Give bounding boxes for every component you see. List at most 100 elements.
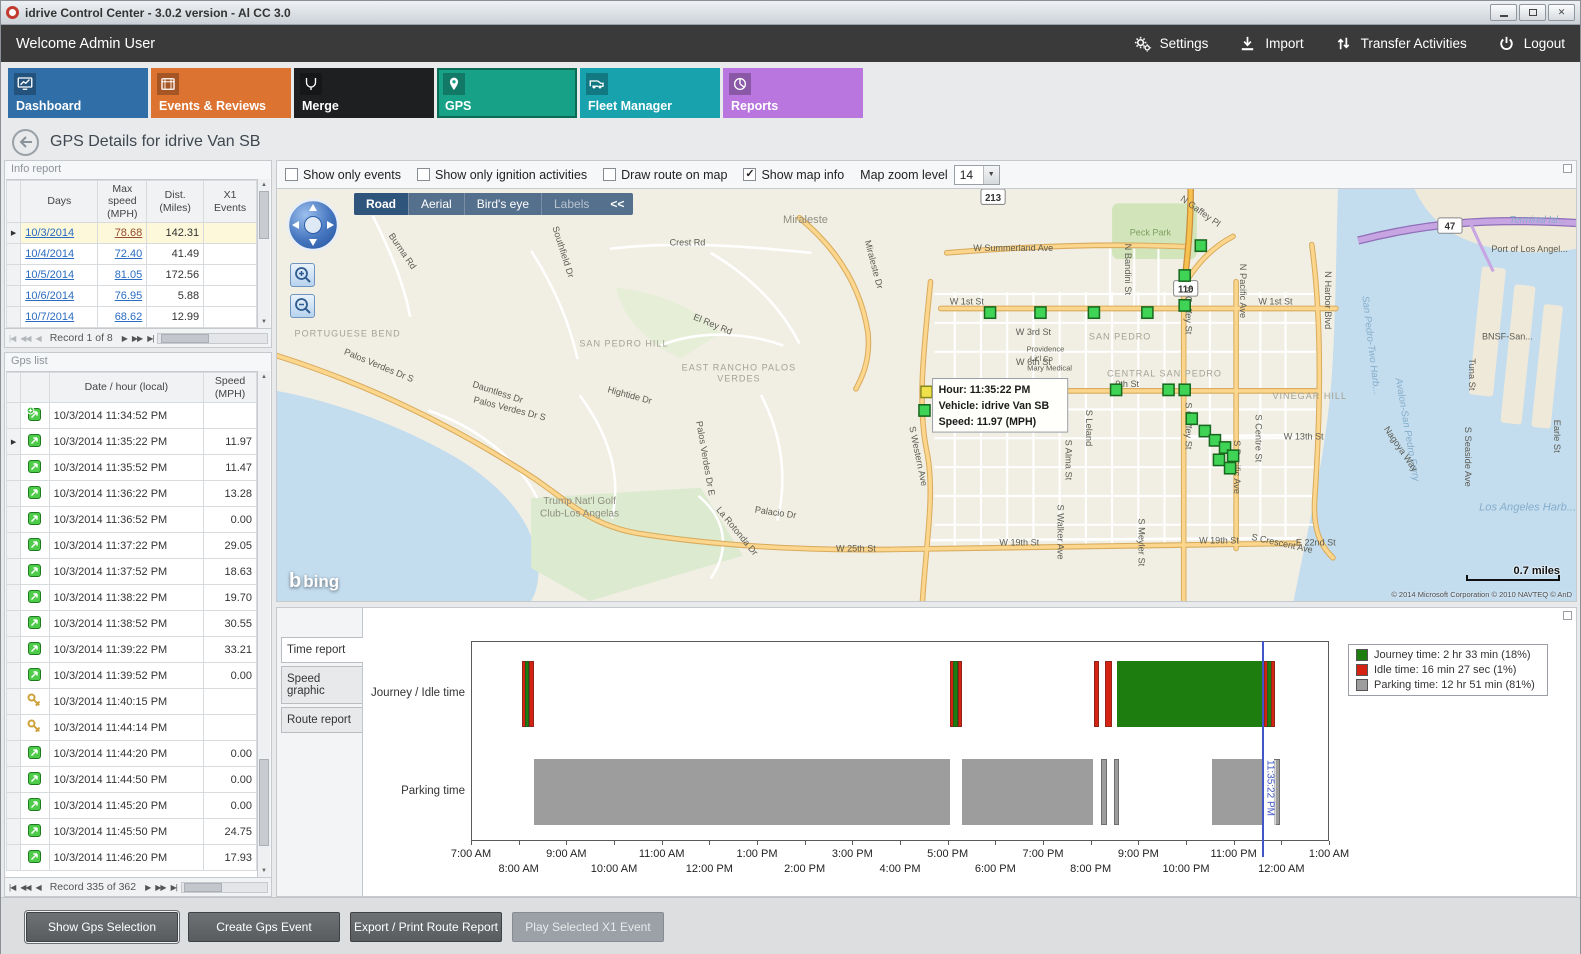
info-report-row[interactable]: 10/5/201481.05172.56 bbox=[7, 265, 257, 286]
pager-prev-2[interactable]: ◀ bbox=[35, 883, 42, 892]
info-report-row[interactable]: 10/7/201468.6212.99 bbox=[7, 307, 257, 328]
gps-list-table[interactable]: Date / hour (local)Speed (MPH)10/3/2014 … bbox=[6, 372, 257, 871]
map-compass-control[interactable] bbox=[286, 198, 340, 252]
module-tab-reports[interactable]: Reports bbox=[723, 68, 863, 118]
journey-bar[interactable] bbox=[1117, 661, 1262, 727]
map-view-tab-aerial[interactable]: Aerial bbox=[408, 193, 464, 215]
map-zoom-out-button[interactable] bbox=[290, 294, 315, 318]
day-link[interactable]: 10/7/2014 bbox=[25, 311, 74, 323]
pager-next-2[interactable]: ▶| bbox=[146, 334, 154, 343]
gps-point-marker[interactable] bbox=[1195, 240, 1206, 251]
parking-bar[interactable] bbox=[962, 759, 1093, 825]
max-speed-link[interactable]: 72.40 bbox=[115, 248, 143, 260]
map-panel-collapse-icon[interactable] bbox=[1563, 164, 1572, 173]
gps-list-row[interactable]: 10/3/2014 11:45:50 PM24.75 bbox=[7, 819, 257, 845]
chart-tab-route-report[interactable]: Route report bbox=[281, 707, 362, 733]
day-link[interactable]: 10/5/2014 bbox=[25, 269, 74, 281]
pager-prev-0[interactable]: |◀ bbox=[8, 883, 16, 892]
max-speed-link[interactable]: 78.68 bbox=[115, 227, 143, 239]
day-link[interactable]: 10/4/2014 bbox=[25, 248, 74, 260]
scroll-up-icon[interactable]: ▲ bbox=[258, 371, 270, 383]
info-report-row[interactable]: ▶10/3/201478.68142.31 bbox=[7, 223, 257, 244]
day-link[interactable]: 10/6/2014 bbox=[25, 290, 74, 302]
pager-next-2[interactable]: ▶| bbox=[170, 883, 178, 892]
checkbox-show-only-ignition-activities[interactable]: Show only ignition activities bbox=[417, 168, 587, 182]
idle-bar[interactable] bbox=[1094, 661, 1100, 727]
checkbox-icon[interactable] bbox=[603, 168, 616, 181]
scrollbar-thumb[interactable] bbox=[259, 191, 269, 239]
max-speed-link[interactable]: 76.95 bbox=[115, 290, 143, 302]
gps-point-marker[interactable] bbox=[984, 307, 995, 318]
scrollbar-track[interactable] bbox=[258, 191, 270, 316]
map-zoom-in-button[interactable] bbox=[290, 263, 315, 287]
gps-list-row[interactable]: 10/3/2014 11:44:14 PM bbox=[7, 715, 257, 741]
vertical-scrollbar[interactable]: ▲▼ bbox=[257, 179, 270, 328]
info-report-row[interactable]: 10/6/201476.955.88 bbox=[7, 286, 257, 307]
gps-list-row[interactable]: 10/3/2014 11:46:20 PM17.93 bbox=[7, 845, 257, 871]
map-canvas[interactable]: 47110213 MiralestePORTUGUESE BENDSAN PED… bbox=[277, 188, 1576, 601]
module-tab-merge[interactable]: Merge bbox=[294, 68, 434, 118]
gps-list-row[interactable]: 10/3/2014 11:39:22 PM33.21 bbox=[7, 637, 257, 663]
gps-point-marker[interactable] bbox=[1088, 307, 1099, 318]
gps-list-row[interactable]: 10/3/2014 11:37:52 PM18.63 bbox=[7, 559, 257, 585]
gps-list-row[interactable]: 10/3/2014 11:36:52 PM0.00 bbox=[7, 507, 257, 533]
info-report-table[interactable]: DaysMax speed (MPH)Dist. (Miles)X1 Event… bbox=[6, 180, 257, 328]
maximize-button[interactable] bbox=[1519, 4, 1546, 21]
gps-list-row[interactable]: 10/3/2014 11:34:52 PM bbox=[7, 403, 257, 429]
pager-next-0[interactable]: ▶ bbox=[121, 334, 128, 343]
checkbox-show-only-events[interactable]: Show only events bbox=[285, 168, 401, 182]
map-tabs-collapse-button[interactable]: << bbox=[601, 193, 633, 215]
vertical-scrollbar[interactable]: ▲▼ bbox=[257, 371, 270, 877]
gps-list-row[interactable]: 10/3/2014 11:39:52 PM0.00 bbox=[7, 663, 257, 689]
info-column-header[interactable]: Max speed (MPH) bbox=[98, 181, 147, 223]
map-view-tab-labels[interactable]: Labels bbox=[541, 193, 601, 215]
scroll-down-icon[interactable]: ▼ bbox=[258, 316, 270, 328]
pager-next-1[interactable]: ▶▶ bbox=[131, 334, 143, 343]
pager-next-1[interactable]: ▶▶ bbox=[154, 883, 166, 892]
scrollbar-thumb[interactable] bbox=[259, 759, 269, 846]
module-tab-events[interactable]: Events & Reviews bbox=[151, 68, 291, 118]
gps-list-row[interactable]: ▶10/3/2014 11:35:22 PM11.97 bbox=[7, 429, 257, 455]
pager-scrollbar-thumb[interactable] bbox=[184, 883, 222, 892]
back-button[interactable] bbox=[12, 129, 39, 156]
chart-tab-time-report[interactable]: Time report bbox=[281, 637, 363, 663]
checkbox-show-map-info[interactable]: ✓Show map info bbox=[743, 168, 844, 182]
pager-scrollbar[interactable] bbox=[157, 333, 268, 344]
map-zoom-level-select[interactable]: 14▼ bbox=[954, 165, 1000, 185]
pager-scrollbar-thumb[interactable] bbox=[161, 334, 210, 343]
topbar-action-settings[interactable]: Settings bbox=[1133, 34, 1209, 53]
gps-list-row[interactable]: 10/3/2014 11:44:50 PM0.00 bbox=[7, 767, 257, 793]
minimize-button[interactable] bbox=[1490, 4, 1517, 21]
checkbox-checked-icon[interactable]: ✓ bbox=[743, 168, 756, 181]
current-gps-marker[interactable] bbox=[921, 386, 932, 397]
module-tab-dashboard[interactable]: Dashboard bbox=[8, 68, 148, 118]
module-tab-fleet[interactable]: Fleet Manager bbox=[580, 68, 720, 118]
pager-prev-0[interactable]: |◀ bbox=[8, 334, 16, 343]
scrollbar-track[interactable] bbox=[258, 383, 270, 865]
idle-bar[interactable] bbox=[529, 661, 534, 727]
gps-list-row[interactable]: 10/3/2014 11:37:22 PM29.05 bbox=[7, 533, 257, 559]
pager-prev-1[interactable]: ◀◀ bbox=[19, 334, 31, 343]
show-gps-selection-button[interactable]: Show Gps Selection bbox=[26, 912, 178, 942]
bing-map[interactable]: 47110213 MiralestePORTUGUESE BENDSAN PED… bbox=[277, 189, 1576, 601]
topbar-action-import[interactable]: Import bbox=[1238, 34, 1303, 53]
gps-point-marker[interactable] bbox=[1186, 413, 1197, 424]
gps-point-marker[interactable] bbox=[1213, 454, 1224, 465]
pager-prev-1[interactable]: ◀◀ bbox=[19, 883, 31, 892]
chart-tab-speed-graphic[interactable]: Speed graphic bbox=[281, 666, 362, 704]
gps-point-marker[interactable] bbox=[1228, 450, 1239, 461]
gps-point-marker[interactable] bbox=[1163, 384, 1174, 395]
max-speed-link[interactable]: 81.05 bbox=[115, 269, 143, 281]
info-column-header[interactable]: Days bbox=[21, 181, 98, 223]
checkbox-draw-route-on-map[interactable]: Draw route on map bbox=[603, 168, 727, 182]
pager-prev-2[interactable]: ◀ bbox=[35, 334, 42, 343]
topbar-action-transfer[interactable]: Transfer Activities bbox=[1334, 34, 1467, 53]
gps-list-row[interactable]: 10/3/2014 11:44:20 PM0.00 bbox=[7, 741, 257, 767]
day-link[interactable]: 10/3/2014 bbox=[25, 227, 74, 239]
topbar-action-logout[interactable]: Logout bbox=[1497, 34, 1565, 53]
gps-point-marker[interactable] bbox=[1111, 384, 1122, 395]
gps-point-marker[interactable] bbox=[1179, 300, 1190, 311]
gps-column-header[interactable]: Speed (MPH) bbox=[204, 373, 257, 403]
export-print-route-report-button[interactable]: Export / Print Route Report bbox=[350, 912, 502, 942]
gps-point-marker[interactable] bbox=[919, 405, 930, 416]
